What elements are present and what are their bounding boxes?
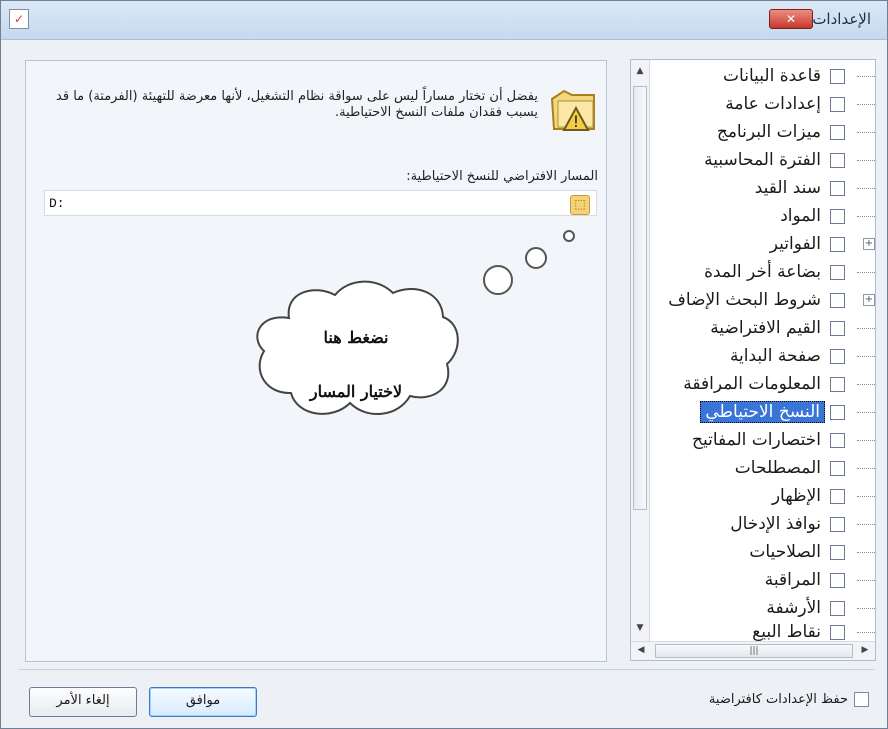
thought-trail-large <box>483 265 513 295</box>
footer-separator <box>19 669 875 670</box>
database-icon <box>830 68 845 84</box>
tree-connector <box>857 160 875 161</box>
tree-connector <box>857 524 875 525</box>
display-icon <box>830 488 845 504</box>
vertical-scroll-thumb[interactable] <box>633 86 647 510</box>
ok-button[interactable]: موافق <box>149 687 257 717</box>
backup-path-label: المسار الافتراضي للنسخ الاحتياطية: <box>406 169 598 184</box>
settings-checklist-icon: ✓ <box>9 9 29 29</box>
tree-connector <box>857 552 875 553</box>
svg-text:!: ! <box>573 112 579 131</box>
tree-connector <box>857 328 875 329</box>
tree-connector <box>857 104 875 105</box>
notepad-icon <box>830 236 845 252</box>
scroll-down-arrow-icon[interactable]: ▼ <box>635 623 645 635</box>
browse-folder-icon[interactable]: ⬚ <box>570 195 590 215</box>
warning-folder-icon: ! <box>550 89 595 131</box>
callout-cloud <box>256 280 459 415</box>
tree-connector <box>857 468 875 469</box>
magnifier-icon <box>830 292 845 308</box>
tree-vertical-scrollbar[interactable]: ▲ ▼ <box>631 60 650 641</box>
settings-tree[interactable]: ▲ ▼ ◀ ||| ▶ قاعدة البيانات إعدادات عامة … <box>630 59 876 661</box>
scroll-right-arrow-icon[interactable]: ▶ <box>860 645 870 657</box>
tree-item-input-windows[interactable]: نوافذ الإدخال <box>726 512 875 536</box>
lock-icon <box>830 544 845 560</box>
tree-item-permissions[interactable]: الصلاحيات <box>745 540 875 564</box>
tree-connector <box>857 632 875 633</box>
tree-connector <box>857 384 875 385</box>
tree-item-accounting-period[interactable]: الفترة المحاسبية <box>700 148 875 172</box>
tree-item-archiving[interactable]: الأرشفة <box>762 596 875 620</box>
keyboard-icon <box>830 432 845 448</box>
tree-connector <box>857 356 875 357</box>
tree-item-display[interactable]: الإظهار <box>768 484 875 508</box>
expand-plus-icon[interactable]: + <box>863 294 875 306</box>
tree-item-point-of-sale[interactable]: نقاط البيع <box>748 620 875 644</box>
backup-path-input[interactable]: D: ⬚ <box>44 190 597 216</box>
tree-item-default-values[interactable]: القيم الافتراضية <box>706 316 875 340</box>
monitor-icon <box>830 572 845 588</box>
tree-item-journal-entry[interactable]: سند القيد <box>751 176 875 200</box>
tree-connector <box>857 412 875 413</box>
terms-icon <box>830 460 845 476</box>
title-bar: ✓ ✕ الإعدادات <box>1 1 887 40</box>
tree-item-database[interactable]: قاعدة البيانات <box>719 64 875 88</box>
backup-warning-text: يفضل أن تختار مساراً ليس على سواقة نظام … <box>56 89 538 120</box>
thought-trail-small <box>563 230 575 242</box>
paperclip-icon <box>830 600 845 616</box>
brush-icon <box>830 348 845 364</box>
expand-plus-icon[interactable]: + <box>863 238 875 250</box>
tree-connector <box>857 440 875 441</box>
tree-item-terms[interactable]: المصطلحات <box>731 456 875 480</box>
tree-connector <box>857 132 875 133</box>
edit-window-icon <box>830 516 845 532</box>
tree-item-materials[interactable]: المواد <box>776 204 875 228</box>
thought-trail-medium <box>525 247 547 269</box>
settings-window: ✓ ✕ الإعدادات ! يفضل أن تختار مساراً ليس… <box>0 0 888 729</box>
tree-item-additional-search-conditions[interactable]: + شروط البحث الإضاف <box>664 288 875 312</box>
close-button[interactable]: ✕ <box>769 9 813 29</box>
backup-icon <box>830 404 845 420</box>
tree-connector <box>857 216 875 217</box>
tree-connector <box>857 76 875 77</box>
info-icon <box>830 376 845 392</box>
save-default-option[interactable]: حفظ الإعدادات كافتراضية <box>709 692 869 707</box>
tree-connector <box>857 580 875 581</box>
callout-line-1: نضغط هنا <box>323 328 389 347</box>
box-icon <box>830 264 845 280</box>
tree-item-attached-information[interactable]: المعلومات المرافقة <box>679 372 875 396</box>
checklist-icon <box>830 96 845 112</box>
window-title: الإعدادات <box>812 10 871 28</box>
document-icon <box>830 180 845 196</box>
tree-item-keyboard-shortcuts[interactable]: اختصارات المفاتيح <box>688 428 875 452</box>
puzzle-icon <box>830 124 845 140</box>
tree-connector <box>857 188 875 189</box>
tree-item-start-page[interactable]: صفحة البداية <box>726 344 875 368</box>
cancel-button[interactable]: إلغاء الأمر <box>29 687 137 717</box>
tree-item-program-features[interactable]: ميزات البرنامج <box>713 120 875 144</box>
tree-item-monitoring[interactable]: المراقبة <box>761 568 875 592</box>
tree-item-backup[interactable]: النسخ الاحتياطي <box>700 400 875 424</box>
scroll-left-arrow-icon[interactable]: ◀ <box>636 645 646 657</box>
horizontal-scroll-thumb[interactable]: ||| <box>655 644 853 658</box>
tree-item-ending-inventory[interactable]: بضاعة أخر المدة <box>700 260 875 284</box>
tree-connector <box>857 608 875 609</box>
tree-connector <box>857 272 875 273</box>
tree-item-invoices[interactable]: + الفواتير <box>766 232 875 256</box>
tree-item-general-settings[interactable]: إعدادات عامة <box>721 92 875 116</box>
calendar-icon <box>830 152 845 168</box>
save-default-label: حفظ الإعدادات كافتراضية <box>708 692 848 707</box>
tree-connector <box>857 496 875 497</box>
box-icon <box>830 208 845 224</box>
pos-icon <box>830 624 845 640</box>
check-circle-icon <box>830 320 845 336</box>
callout-line-2: لاختيار المسار <box>309 382 403 401</box>
scroll-up-arrow-icon[interactable]: ▲ <box>635 66 645 78</box>
backup-path-value: D: <box>49 196 65 211</box>
save-default-checkbox[interactable] <box>854 692 869 707</box>
